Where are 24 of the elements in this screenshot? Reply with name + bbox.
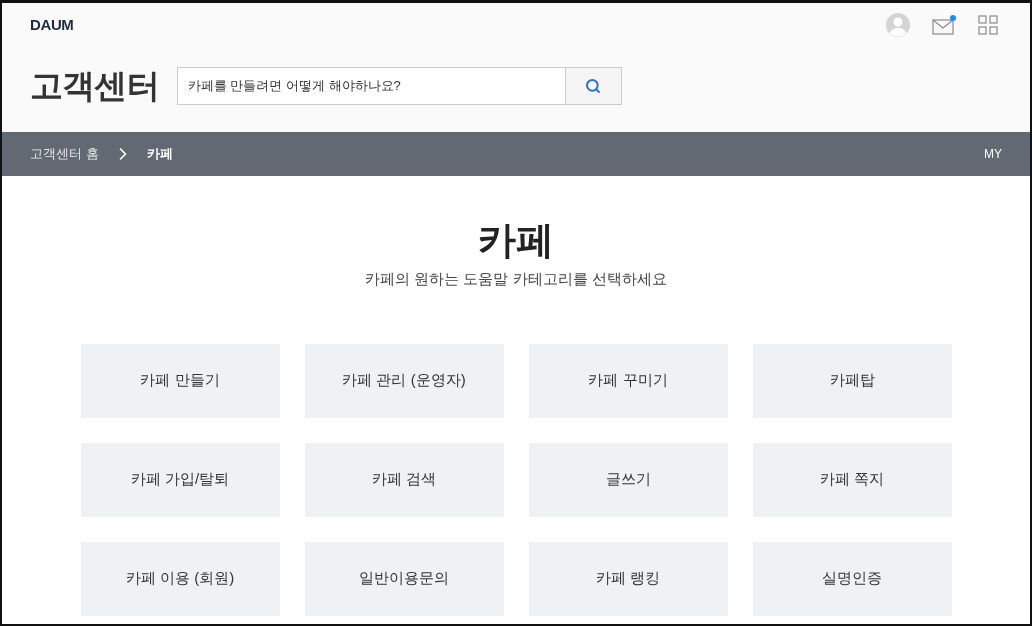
logo[interactable]: DAUM — [30, 13, 74, 37]
category-tile[interactable]: 카페 만들기 — [80, 343, 280, 418]
category-tile[interactable]: 실명인증 — [752, 541, 952, 616]
category-tile[interactable]: 카페 꾸미기 — [528, 343, 728, 418]
category-tile[interactable]: 카페 쪽지 — [752, 442, 952, 517]
category-tile[interactable]: 글쓰기 — [528, 442, 728, 517]
breadcrumb-link[interactable]: 카페 — [146, 144, 173, 164]
grid-icon[interactable] — [978, 15, 998, 35]
category-tile[interactable]: 카페 관리 (운영자) — [304, 343, 504, 418]
section-title: 카페 — [478, 218, 554, 263]
section-subtitle: 카페의 원하는 도움말 카테고리를 선택하세요 — [365, 269, 667, 289]
category-tile[interactable]: 카페 검색 — [304, 442, 504, 517]
mail-icon[interactable] — [932, 15, 956, 35]
search-button[interactable] — [565, 66, 622, 105]
search-field[interactable]: 카페를 만들려면 어떻게 해야하나요? — [176, 66, 566, 105]
search-icon — [585, 77, 602, 94]
my-link[interactable]: MY — [984, 145, 1002, 163]
category-tile[interactable]: 카페 랭킹 — [528, 541, 728, 616]
category-tile[interactable]: 일반이용문의 — [304, 541, 504, 616]
page-heading: 고객센터 — [30, 66, 159, 106]
category-tile[interactable]: 카페탑 — [752, 343, 952, 418]
breadcrumb-link[interactable]: 고객센터 홈 — [30, 144, 99, 164]
category-tile[interactable]: 카페 이용 (회원) — [80, 541, 280, 616]
category-tile[interactable]: 카페 가입/탈퇴 — [80, 442, 280, 517]
